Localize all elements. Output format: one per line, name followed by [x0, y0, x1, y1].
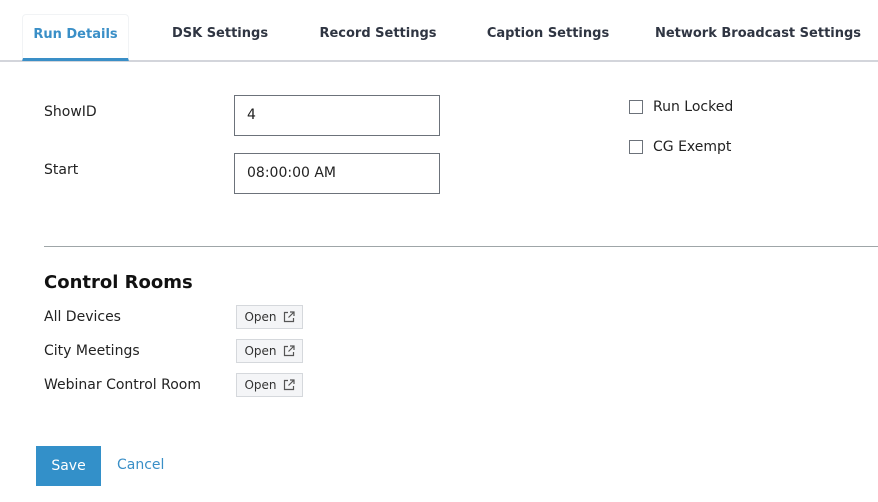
checkbox-box[interactable] — [629, 100, 643, 114]
control-room-name: All Devices — [44, 309, 121, 325]
tab-caption-settings[interactable]: Caption Settings — [478, 14, 618, 61]
tab-run-details[interactable]: Run Details — [22, 14, 129, 61]
cg-exempt-label: CG Exempt — [653, 139, 732, 155]
tab-network-broadcast-settings[interactable]: Network Broadcast Settings — [650, 14, 866, 61]
open-control-room-button[interactable]: Open — [236, 373, 303, 397]
control-room-name: Webinar Control Room — [44, 377, 201, 393]
open-label: Open — [244, 378, 277, 392]
section-divider — [44, 246, 878, 247]
open-label: Open — [244, 344, 277, 358]
run-locked-label: Run Locked — [653, 99, 734, 115]
tab-bar: Run Details DSK Settings Record Settings… — [0, 0, 878, 62]
cancel-link[interactable]: Cancel — [117, 457, 164, 473]
start-time-input[interactable]: 08:00:00 AM — [234, 153, 440, 194]
control-rooms-heading: Control Rooms — [44, 272, 193, 293]
run-locked-checkbox[interactable]: Run Locked — [629, 99, 733, 115]
control-room-name: City Meetings — [44, 343, 140, 359]
tab-record-settings[interactable]: Record Settings — [308, 14, 448, 61]
showid-input[interactable]: 4 — [234, 95, 440, 136]
showid-label: ShowID — [44, 104, 97, 120]
open-control-room-button[interactable]: Open — [236, 305, 303, 329]
save-button[interactable]: Save — [36, 446, 101, 486]
external-link-icon — [283, 311, 295, 323]
checkbox-box[interactable] — [629, 140, 643, 154]
external-link-icon — [283, 379, 295, 391]
tab-dsk-settings[interactable]: DSK Settings — [160, 14, 280, 61]
open-control-room-button[interactable]: Open — [236, 339, 303, 363]
open-label: Open — [244, 310, 277, 324]
external-link-icon — [283, 345, 295, 357]
cg-exempt-checkbox[interactable]: CG Exempt — [629, 139, 731, 155]
start-label: Start — [44, 162, 79, 178]
